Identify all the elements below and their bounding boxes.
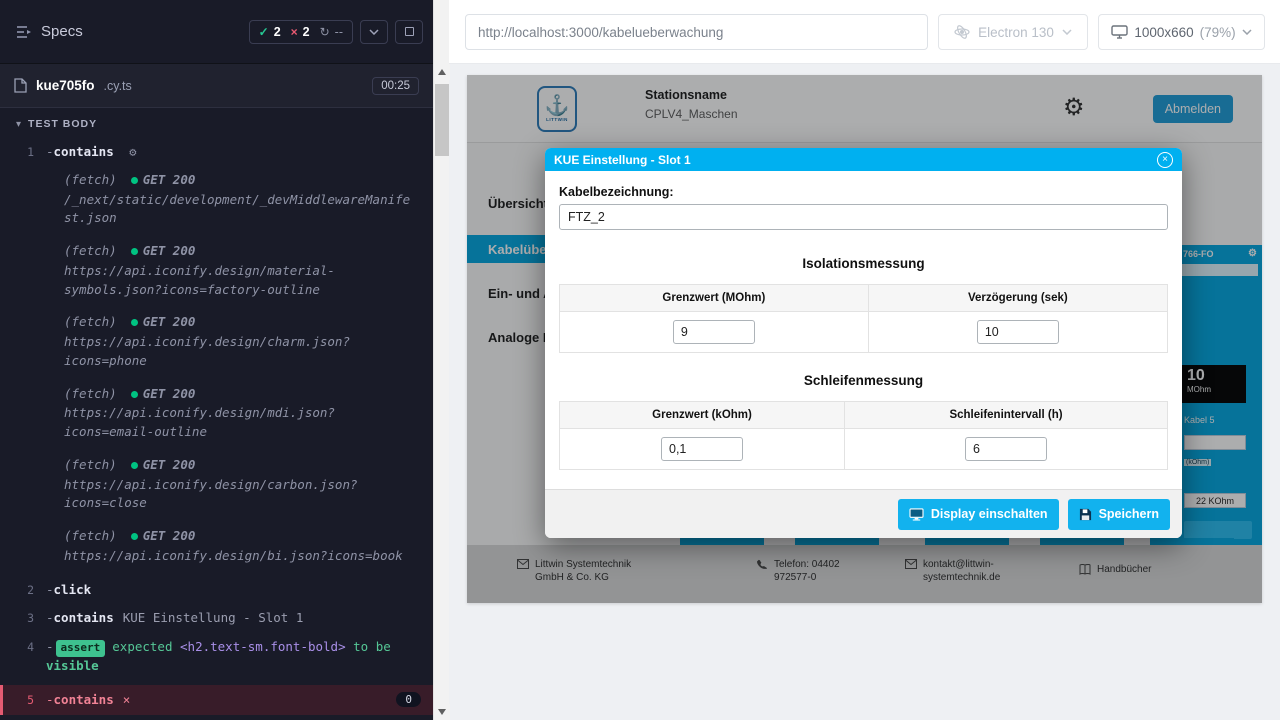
chevron-down-icon (369, 29, 379, 35)
chevron-down-icon: ▾ (16, 119, 21, 130)
loop-col-interval: Schleifenintervall (h) (845, 402, 1168, 429)
spec-file-row[interactable]: kue705fo .cy.ts 00:25 (0, 64, 433, 108)
loop-table: Grenzwert (kOhm) Schleifenintervall (h) (559, 401, 1168, 470)
status-dot-icon (131, 177, 138, 184)
display-on-button[interactable]: Display einschalten (898, 499, 1059, 530)
aut-toolbar: Electron 130 1000x660 (79%) (449, 0, 1280, 64)
chevron-down-icon (1242, 29, 1252, 35)
command-row-assert[interactable]: 4 -assertexpected <h2.text-sm.font-bold>… (0, 633, 433, 681)
electron-icon (954, 24, 970, 40)
specs-menu[interactable]: Specs (16, 23, 83, 40)
app-under-test: ⚓ LITTWIN Stationsname CPLV4_Maschen ⚙ A… (467, 75, 1262, 603)
line-number: 5 (3, 691, 46, 707)
assert-badge: assert (56, 640, 106, 657)
fetch-log-entry[interactable]: (fetch)GET 200 https://api.iconify.desig… (0, 523, 433, 572)
command-row-click[interactable]: 2 -click (0, 576, 433, 605)
specs-list-icon (16, 25, 32, 39)
display-icon (909, 508, 924, 521)
fetch-log-entry[interactable]: (fetch)GET 200 https://api.iconify.desig… (0, 452, 433, 519)
chevron-down-icon (1062, 29, 1072, 35)
command-options-icon: ⚙ (129, 145, 136, 159)
element-count-badge: 0 (396, 692, 421, 707)
modal-footer: Display einschalten Speichern (545, 489, 1182, 538)
failed-count: ×2 (291, 25, 310, 39)
status-dot-icon (131, 391, 138, 398)
specs-label: Specs (41, 23, 83, 40)
isolation-delay-input[interactable] (977, 320, 1059, 344)
monitor-icon (1111, 25, 1128, 39)
command-row-contains-3[interactable]: 3 -containsKUE Einstellung - Slot 1 (0, 604, 433, 633)
status-dot-icon (131, 533, 138, 540)
stop-icon (405, 27, 414, 36)
test-body-label: TEST BODY (28, 118, 97, 130)
loop-interval-input[interactable] (965, 437, 1047, 461)
cable-designation-label: Kabelbezeichnung: (559, 185, 1168, 199)
loop-limit-input[interactable] (661, 437, 743, 461)
spec-name: kue705fo (36, 78, 95, 93)
modal-header: KUE Einstellung - Slot 1 × (545, 148, 1182, 171)
modal-title: KUE Einstellung - Slot 1 (554, 153, 691, 167)
reporter-panel: Specs ✓2 ×2 ↻-- kue705fo .cy.ts 00:25 (0, 0, 433, 720)
url-input[interactable] (465, 14, 928, 50)
browser-select[interactable]: Electron 130 (938, 14, 1088, 50)
loop-heading: Schleifenmessung (559, 373, 1168, 388)
command-row-contains-1[interactable]: 1 -contains ⚙ (0, 138, 433, 167)
reporter-scrollbar[interactable] (433, 0, 449, 720)
close-icon: × (1162, 155, 1168, 165)
isolation-col-delay: Verzögerung (sek) (868, 285, 1167, 312)
collapse-tests-button[interactable] (360, 20, 388, 44)
isolation-heading: Isolationsmessung (559, 256, 1168, 271)
scroll-up-button[interactable] (434, 64, 450, 80)
spec-ext: .cy.ts (104, 79, 132, 93)
cypress-runner: Specs ✓2 ×2 ↻-- kue705fo .cy.ts 00:25 (0, 0, 1280, 720)
loop-col-limit: Grenzwert (kOhm) (560, 402, 845, 429)
close-button[interactable]: × (1157, 152, 1173, 168)
file-icon (14, 78, 27, 93)
arrow-down-icon (438, 709, 446, 715)
line-number: 3 (0, 609, 46, 625)
save-button[interactable]: Speichern (1068, 499, 1170, 530)
status-dot-icon (131, 462, 138, 469)
cable-designation-input[interactable] (559, 204, 1168, 230)
fetch-log-entry[interactable]: (fetch)GET 200 https://api.iconify.desig… (0, 381, 433, 448)
scroll-down-button[interactable] (434, 704, 450, 720)
viewport-size: 1000x660 (1134, 25, 1193, 40)
fetch-log-entry[interactable]: (fetch)GET 200 https://api.iconify.desig… (0, 238, 433, 305)
stop-button[interactable] (395, 20, 423, 44)
passed-count: ✓2 (259, 25, 281, 39)
isolation-table: Grenzwert (MOhm) Verzögerung (sek) (559, 284, 1168, 353)
scrollbar-thumb[interactable] (435, 84, 449, 156)
line-number: 4 (0, 638, 46, 654)
pending-count: ↻-- (320, 25, 343, 39)
isolation-limit-input[interactable] (673, 320, 755, 344)
refresh-icon: ↻ (320, 25, 330, 39)
status-dot-icon (131, 248, 138, 255)
test-body-toggle[interactable]: ▾ TEST BODY (0, 108, 433, 138)
reporter-header: Specs ✓2 ×2 ↻-- (0, 0, 433, 64)
browser-label: Electron 130 (978, 25, 1054, 40)
check-icon: ✓ (259, 25, 269, 39)
kue-settings-modal: KUE Einstellung - Slot 1 × Kabelbezeichn… (545, 148, 1182, 538)
status-dot-icon (131, 319, 138, 326)
fetch-log-entry[interactable]: (fetch)GET 200 https://api.iconify.desig… (0, 309, 433, 376)
floppy-save-icon (1079, 508, 1092, 521)
viewport-zoom: (79%) (1200, 25, 1236, 40)
spec-duration-badge: 00:25 (372, 77, 419, 95)
cross-icon: × (291, 25, 298, 39)
line-number: 2 (0, 581, 46, 597)
fetch-log-entry[interactable]: (fetch)GET 200 /_next/static/development… (0, 167, 433, 234)
line-number: 1 (0, 143, 46, 159)
isolation-col-limit: Grenzwert (MOhm) (560, 285, 869, 312)
viewport-select[interactable]: 1000x660 (79%) (1098, 14, 1265, 50)
command-log: 1 -contains ⚙ (fetch)GET 200 /_next/stat… (0, 138, 433, 715)
command-row-contains-failed[interactable]: 5 -contains× 0 (0, 685, 433, 716)
test-stats: ✓2 ×2 ↻-- (249, 20, 353, 44)
arrow-up-icon (438, 69, 446, 75)
